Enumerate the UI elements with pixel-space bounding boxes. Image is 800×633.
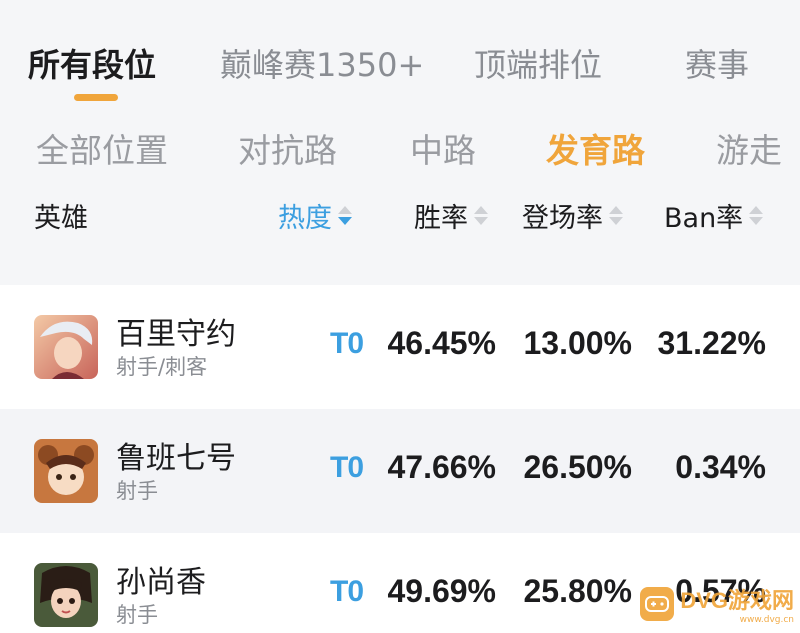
hero-role: 射手 <box>116 479 158 503</box>
header-ban-rate-label: Ban率 <box>664 203 744 234</box>
watermark-text: DVG游戏网 <box>680 588 794 613</box>
active-tab-indicator <box>74 94 118 101</box>
tab-clash-lane[interactable]: 对抗路 <box>238 124 337 172</box>
watermark-sub: www.dvg.cn <box>739 615 794 625</box>
tab-peak-1350[interactable]: 巅峰赛1350+ <box>220 40 424 86</box>
ban-rate-value: 31.22% <box>657 325 766 361</box>
header-pick-rate[interactable]: 登场率 <box>522 196 623 235</box>
header-popularity[interactable]: 热度 <box>278 196 352 235</box>
gamepad-icon <box>640 587 675 621</box>
header-ban-rate[interactable]: Ban率 <box>664 196 764 235</box>
hero-role: 射手 <box>116 603 158 627</box>
tab-mid-lane[interactable]: 中路 <box>410 124 476 172</box>
tab-farm-lane[interactable]: 发育路 <box>546 124 645 172</box>
sort-icon <box>749 206 764 225</box>
pick-rate-value: 13.00% <box>523 325 632 361</box>
header-hero-label: 英雄 <box>34 203 88 234</box>
hero-avatar-baili <box>34 315 98 379</box>
sort-icon <box>609 206 623 225</box>
hero-name: 鲁班七号 <box>116 441 236 476</box>
hero-avatar-luban <box>34 439 98 503</box>
tab-roam[interactable]: 游走 <box>716 124 782 172</box>
sort-icon <box>338 206 352 225</box>
header-win-rate-label: 胜率 <box>414 203 468 234</box>
tab-tournament[interactable]: 赛事 <box>685 40 749 86</box>
pick-rate-value: 25.80% <box>523 573 632 609</box>
sort-icon <box>474 206 488 225</box>
watermark: DVG游戏网 www.dvg.cn <box>640 583 794 625</box>
hero-avatar-sunshangxiang <box>34 563 98 627</box>
hero-role: 射手/刺客 <box>116 355 208 379</box>
header-pick-rate-label: 登场率 <box>522 203 603 234</box>
win-rate-value: 49.69% <box>387 573 496 609</box>
hero-row[interactable]: 百里守约 射手/刺客 T0 46.45% 13.00% 31.22% <box>0 285 800 409</box>
win-rate-value: 46.45% <box>387 325 496 361</box>
hero-name: 百里守约 <box>116 317 236 352</box>
tier-tabs: 所有段位 巅峰赛1350+ 顶端排位 赛事 <box>0 0 800 108</box>
header-hero: 英雄 <box>34 196 88 235</box>
tab-all-positions[interactable]: 全部位置 <box>36 124 168 172</box>
header-win-rate[interactable]: 胜率 <box>414 196 488 235</box>
win-rate-value: 47.66% <box>387 449 496 485</box>
tab-top-ranked[interactable]: 顶端排位 <box>474 40 602 86</box>
tab-all-tiers[interactable]: 所有段位 <box>28 40 156 86</box>
hero-name: 孙尚香 <box>116 565 206 600</box>
ban-rate-value: 0.34% <box>675 449 766 485</box>
header-popularity-label: 热度 <box>278 203 332 234</box>
pick-rate-value: 26.50% <box>523 449 632 485</box>
hero-row[interactable]: 鲁班七号 射手 T0 47.66% 26.50% 0.34% <box>0 409 800 533</box>
